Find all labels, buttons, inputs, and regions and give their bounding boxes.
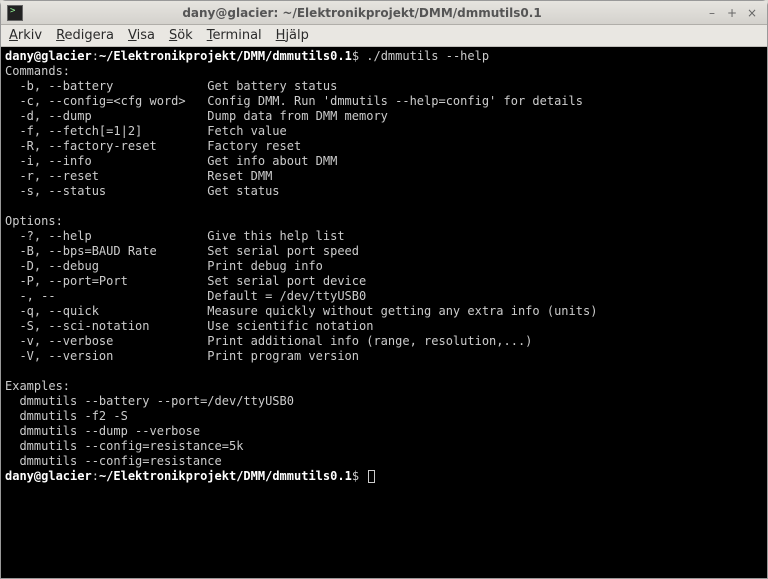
menu-redigera[interactable]: Redigera [56,28,114,43]
menu-visa[interactable]: Visa [128,28,155,43]
menu-terminal[interactable]: Terminal [207,28,262,43]
close-button[interactable]: × [743,5,761,21]
window-title: dany@glacier: ~/Elektronikprojekt/DMM/dm… [23,6,701,20]
menu-sok[interactable]: Sök [169,28,193,43]
prompt-path-2: ~/Elektronikprojekt/DMM/dmmutils0.1 [99,469,352,483]
prompt-path: ~/Elektronikprojekt/DMM/dmmutils0.1 [99,49,352,63]
terminal-output[interactable]: dany@glacier:~/Elektronikprojekt/DMM/dmm… [1,47,767,578]
terminal-app-icon [7,5,23,21]
minimize-button[interactable]: – [703,5,721,21]
terminal-cursor [368,470,375,483]
menubar: Arkiv Redigera Visa Sök Terminal Hjälp [1,25,767,47]
menu-hjalp[interactable]: Hjälp [276,28,309,43]
maximize-button[interactable]: + [723,5,741,21]
prompt-userhost: dany@glacier [5,49,92,63]
prompt-userhost-2: dany@glacier [5,469,92,483]
titlebar: dany@glacier: ~/Elektronikprojekt/DMM/dm… [1,1,767,25]
menu-arkiv[interactable]: Arkiv [9,28,42,43]
